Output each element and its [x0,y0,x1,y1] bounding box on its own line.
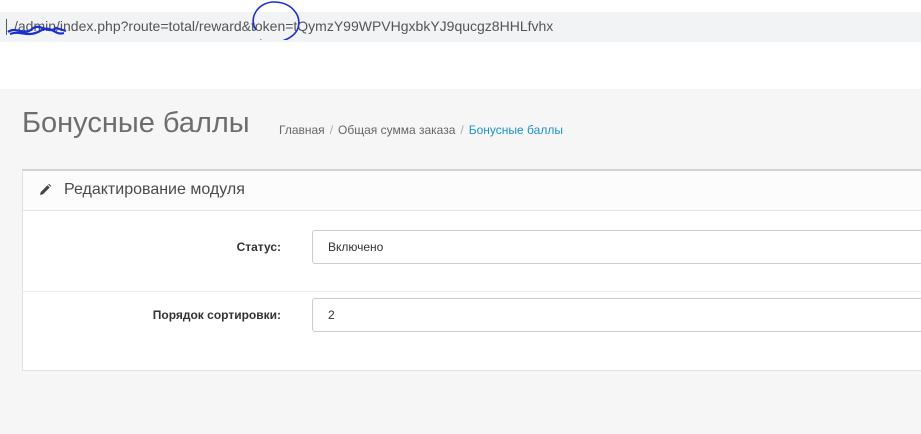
sort-order-input[interactable]: 2 [312,298,921,332]
edit-module-panel: Редактирование модуля Статус: Включено П… [22,169,921,371]
page-title: Бонусные баллы [22,107,250,139]
sort-order-label: Порядок сортировки: [152,308,281,322]
form-row-status: Статус: Включено [23,211,921,292]
status-label: Статус: [236,240,281,254]
pencil-icon [40,183,52,195]
form-row-sort-order: Порядок сортировки: 2 [23,292,921,371]
redaction-scribble [7,25,67,36]
breadcrumb: Главная / Общая сумма заказа / Бонусные балл… [279,123,563,137]
status-select[interactable]: Включено [312,230,921,264]
panel-heading: Редактирование модуля [23,171,921,211]
breadcrumb-order-totals[interactable]: Общая сумма заказа [338,123,455,137]
breadcrumb-separator: / [460,123,464,137]
annotation-circle [252,1,300,40]
breadcrumb-home[interactable]: Главная [279,123,325,137]
breadcrumb-reward-points[interactable]: Бонусные баллы [469,123,563,137]
breadcrumb-separator: / [329,123,334,137]
admin-page: Бонусные баллы Главная / Общая сумма заказ… [0,89,921,434]
address-bar[interactable]: /admin/index.php?route=total/reward&toke… [0,1,921,42]
panel-title: Редактирование модуля [64,181,245,198]
